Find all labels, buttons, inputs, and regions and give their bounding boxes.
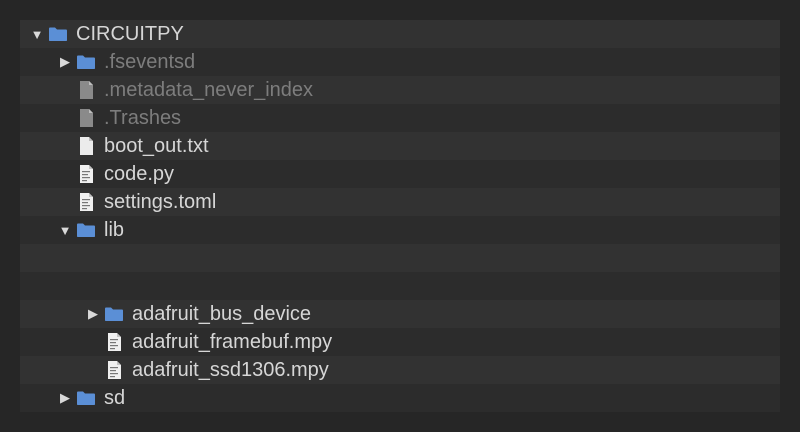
tree-row[interactable]: code.py <box>20 160 780 188</box>
tree-row[interactable]: adafruit_framebuf.mpy <box>20 328 780 356</box>
collapse-arrow-icon[interactable]: ▶ <box>58 390 72 405</box>
tree-item-label: settings.toml <box>104 191 217 213</box>
tree-row[interactable]: ▶ .fseventsd <box>20 48 780 76</box>
collapse-arrow-icon[interactable]: ▶ <box>58 54 72 69</box>
tree-item-label: boot_out.txt <box>104 135 209 157</box>
code-file-icon <box>104 332 124 352</box>
tree-row[interactable]: adafruit_ssd1306.mpy <box>20 356 780 384</box>
expand-arrow-icon[interactable]: ▼ <box>58 223 72 238</box>
folder-icon <box>48 24 68 44</box>
expand-arrow-icon[interactable]: ▼ <box>30 27 44 42</box>
tree-item-label: .Trashes <box>104 107 182 129</box>
text-file-icon <box>76 136 96 156</box>
file-icon <box>76 108 96 128</box>
folder-icon <box>76 388 96 408</box>
file-tree: ▼ CIRCUITPY ▶ .fseventsd .metadata_never_ind… <box>20 20 780 412</box>
folder-icon <box>104 304 124 324</box>
tree-item-label: CIRCUITPY <box>76 23 184 45</box>
tree-row[interactable]: ▼ lib <box>20 216 780 244</box>
tree-row[interactable]: settings.toml <box>20 188 780 216</box>
folder-icon <box>76 220 96 240</box>
tree-item-label: lib <box>104 219 125 241</box>
tree-item-label: adafruit_ssd1306.mpy <box>132 359 329 381</box>
code-file-icon <box>104 360 124 380</box>
collapse-arrow-icon[interactable]: ▶ <box>86 306 100 321</box>
folder-icon <box>76 52 96 72</box>
tree-row[interactable]: .Trashes <box>20 104 780 132</box>
tree-item-label: adafruit_framebuf.mpy <box>132 331 333 353</box>
tree-item-label: .metadata_never_index <box>104 79 314 101</box>
tree-row-blank <box>20 244 780 272</box>
tree-row[interactable]: boot_out.txt <box>20 132 780 160</box>
tree-row[interactable]: ▶ adafruit_bus_device <box>20 300 780 328</box>
tree-item-label: code.py <box>104 163 175 185</box>
code-file-icon <box>76 164 96 184</box>
tree-row-blank <box>20 272 780 300</box>
file-icon <box>76 80 96 100</box>
tree-row[interactable]: .metadata_never_index <box>20 76 780 104</box>
tree-item-label: adafruit_bus_device <box>132 303 312 325</box>
tree-item-label: .fseventsd <box>104 51 196 73</box>
tree-item-label: sd <box>104 387 126 409</box>
tree-row[interactable]: ▼ CIRCUITPY <box>20 20 780 48</box>
tree-row[interactable]: ▶ sd <box>20 384 780 412</box>
code-file-icon <box>76 192 96 212</box>
